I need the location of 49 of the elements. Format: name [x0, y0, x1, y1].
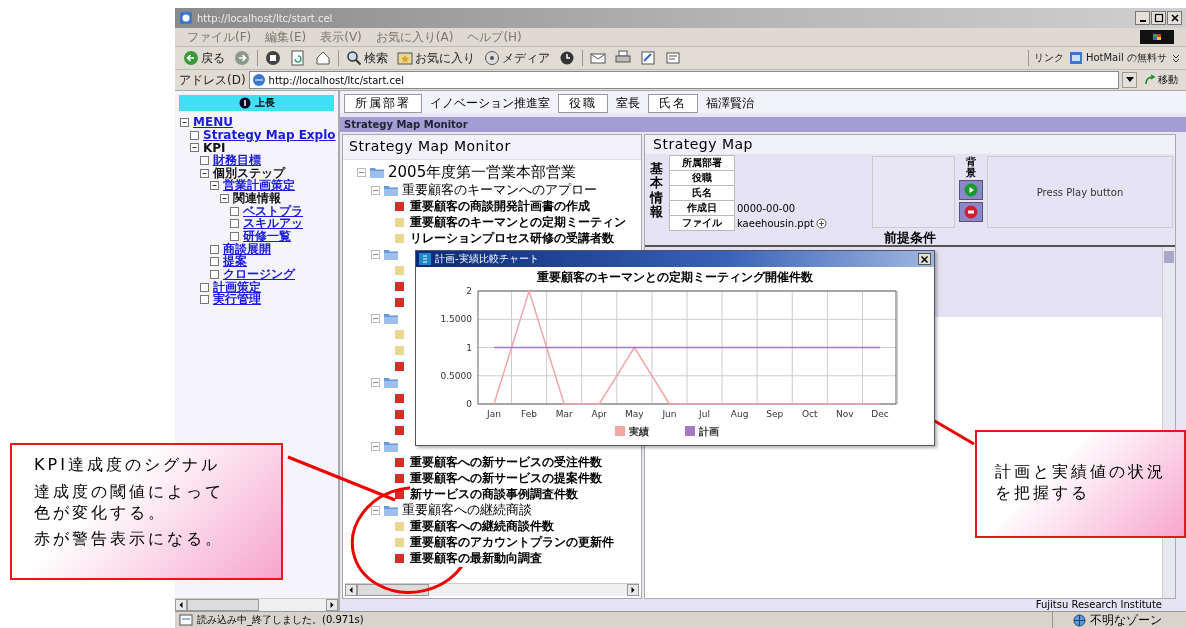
x-tick-label: May [625, 409, 644, 419]
table-value: 0000-00-00 [737, 202, 796, 214]
field-label: 氏名 [648, 93, 698, 113]
field-label: 所属部署 [344, 93, 422, 113]
zone-indicator: 不明なゾーン [1052, 611, 1182, 628]
banner: Strategy Map Monitor [340, 117, 1186, 132]
field-value: 福澤賢治 [706, 94, 754, 112]
legend-label: 実績 [629, 426, 649, 437]
field-value: イノベーション推進室 [430, 94, 550, 112]
section-label: 背景 [966, 156, 976, 178]
address-label: アドレス(D) [179, 71, 246, 89]
links-label: リンク [1033, 51, 1064, 65]
window-title: 計画-実績比較チャート [435, 252, 539, 266]
callout-text: 計画と実績値の状況を把握する [995, 462, 1167, 504]
callout-text: KPI達成度のシグナル [34, 455, 221, 476]
y-tick-label: 0 [466, 399, 472, 409]
table-label: 所属部署 [669, 155, 735, 171]
y-tick-label: 2 [466, 286, 472, 296]
x-tick-label: Aug [730, 409, 749, 419]
table-label: ファイル [669, 215, 735, 231]
x-tick-label: Nov [836, 409, 854, 419]
y-tick-label: 1 [466, 342, 472, 353]
table-label: 役職 [669, 170, 735, 186]
legend-label: 計画 [699, 426, 719, 437]
table-label: 作成日 [669, 200, 735, 216]
x-tick-label: Mar [555, 409, 573, 419]
section-label: 基本情報 [648, 160, 664, 221]
x-tick-label: Oct [802, 409, 818, 419]
callout-text: 達成度の閾値によって色が変化する。 [34, 481, 225, 524]
x-tick-label: Apr [591, 409, 608, 419]
x-tick-label: Jun [662, 409, 677, 419]
field-value: 室長 [616, 94, 640, 112]
y-tick-label: 1.5000 [440, 314, 472, 325]
table-label: 氏名 [669, 185, 735, 201]
panel-title: Strategy Map [645, 135, 1175, 154]
status-text: 読み込み中_終了しました。(0.971s) [197, 613, 364, 627]
x-tick-label: Dec [871, 409, 889, 419]
callout-text: 赤が警告表示になる。 [34, 529, 225, 551]
x-tick-label: Sep [766, 409, 784, 419]
chart-title: 重要顧客のキーマンとの定期ミーティング開催件数 [537, 270, 813, 284]
field-label: 役職 [558, 93, 608, 113]
message-text: Press Play button [987, 156, 1173, 228]
x-tick-label: Jan [487, 409, 501, 419]
window-title: http://localhost/ltc/start.cel [197, 12, 333, 24]
x-tick-label: Jul [699, 409, 710, 419]
x-tick-label: Feb [521, 409, 538, 419]
table-value: kaeehousin.ppt [737, 217, 814, 229]
panel-title: Strategy Map Monitor [343, 135, 641, 160]
y-tick-label: 0.5000 [440, 370, 472, 381]
